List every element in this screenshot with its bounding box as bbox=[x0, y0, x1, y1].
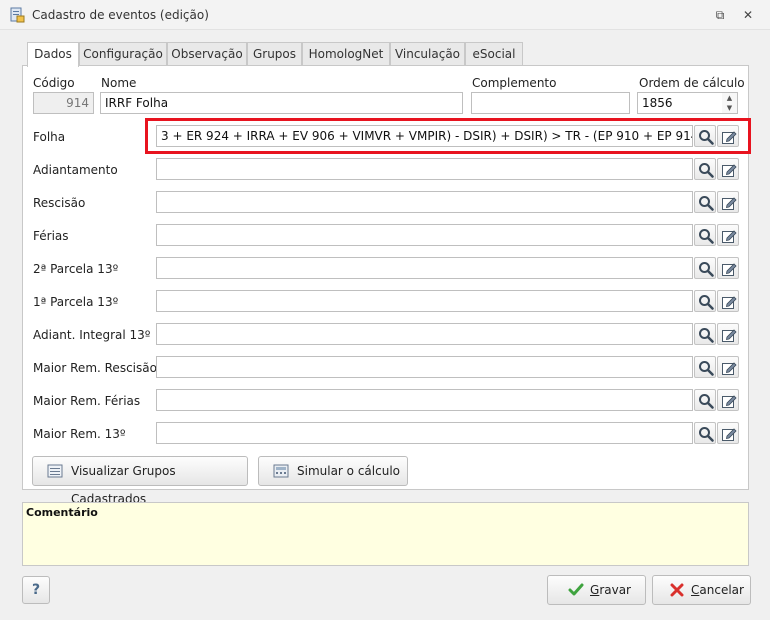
formula-input-2-parcela-13[interactable] bbox=[156, 257, 693, 279]
formula-label-1-parcela-13: 1ª Parcela 13º bbox=[33, 295, 119, 309]
edit-icon[interactable] bbox=[717, 356, 739, 378]
app-icon bbox=[10, 7, 25, 23]
ordem-calculo-input[interactable]: 1856 bbox=[637, 92, 723, 114]
codigo-field: 914 bbox=[33, 92, 94, 114]
comentario-title: Comentário bbox=[26, 506, 98, 519]
comentario-area[interactable]: Comentário bbox=[22, 502, 749, 566]
simular-calculo-label: Simular o cálculo bbox=[297, 464, 401, 478]
formula-input-rescisao[interactable] bbox=[156, 191, 693, 213]
search-icon[interactable] bbox=[694, 290, 716, 312]
formula-label-adiantamento: Adiantamento bbox=[33, 163, 118, 177]
spin-up-icon[interactable]: ▲ bbox=[722, 93, 737, 103]
search-icon[interactable] bbox=[694, 389, 716, 411]
formula-input-ferias[interactable] bbox=[156, 224, 693, 246]
formula-label-adiant-integral-13: Adiant. Integral 13º bbox=[33, 328, 151, 342]
visualizar-grupos-label: Visualizar Grupos Cadastrados bbox=[71, 464, 176, 506]
formula-input-adiantamento[interactable] bbox=[156, 158, 693, 180]
tab-configuracao[interactable]: Configuração bbox=[79, 42, 167, 66]
help-button[interactable]: ? bbox=[22, 576, 50, 604]
edit-icon[interactable] bbox=[717, 422, 739, 444]
search-icon[interactable] bbox=[694, 191, 716, 213]
cancelar-label: Cancelar bbox=[691, 583, 744, 597]
search-icon[interactable] bbox=[694, 257, 716, 279]
complemento-label: Complemento bbox=[472, 76, 557, 90]
complemento-input[interactable] bbox=[471, 92, 630, 114]
tab-observacao[interactable]: Observação bbox=[167, 42, 247, 66]
title-bar: Cadastro de eventos (edição) ⧉ ✕ bbox=[0, 0, 770, 30]
calculator-icon bbox=[273, 464, 289, 478]
formula-label-2-parcela-13: 2ª Parcela 13º bbox=[33, 262, 119, 276]
ordem-calculo-spinner[interactable]: ▲ ▼ bbox=[722, 92, 738, 114]
window-title: Cadastro de eventos (edição) bbox=[32, 8, 209, 22]
edit-icon[interactable] bbox=[717, 224, 739, 246]
tab-vinculacao[interactable]: Vinculação bbox=[390, 42, 465, 66]
ordem-calculo-label: Ordem de cálculo bbox=[639, 76, 745, 90]
gravar-button[interactable]: Gravar bbox=[547, 575, 646, 605]
search-icon[interactable] bbox=[694, 158, 716, 180]
formula-input-maior-rem-ferias[interactable] bbox=[156, 389, 693, 411]
list-icon bbox=[47, 464, 63, 478]
edit-icon[interactable] bbox=[717, 257, 739, 279]
visualizar-grupos-button[interactable]: Visualizar Grupos Cadastrados bbox=[32, 456, 248, 506]
edit-icon[interactable] bbox=[717, 125, 739, 147]
spin-down-icon[interactable]: ▼ bbox=[722, 103, 737, 113]
search-icon[interactable] bbox=[694, 125, 716, 147]
cancelar-button[interactable]: Cancelar bbox=[652, 575, 751, 605]
tab-dados[interactable]: Dados bbox=[27, 42, 79, 67]
gravar-label: Gravar bbox=[590, 583, 631, 597]
formula-input-maior-rem-rescisao[interactable] bbox=[156, 356, 693, 378]
formula-input-folha[interactable]: 3 + ER 924 + IRRA + EV 906 + VIMVR + VMP… bbox=[156, 125, 693, 147]
restore-icon[interactable]: ⧉ bbox=[710, 6, 730, 24]
formula-label-ferias: Férias bbox=[33, 229, 69, 243]
tab-homolognet[interactable]: HomologNet bbox=[302, 42, 390, 66]
close-icon[interactable]: ✕ bbox=[738, 6, 758, 24]
formula-label-maior-rem-13: Maior Rem. 13º bbox=[33, 427, 126, 441]
check-icon bbox=[568, 583, 584, 596]
edit-icon[interactable] bbox=[717, 389, 739, 411]
nome-input[interactable]: IRRF Folha bbox=[100, 92, 463, 114]
codigo-label: Código bbox=[33, 76, 75, 90]
search-icon[interactable] bbox=[694, 323, 716, 345]
edit-icon[interactable] bbox=[717, 323, 739, 345]
formula-label-maior-rem-rescisao: Maior Rem. Rescisão bbox=[33, 361, 157, 375]
edit-icon[interactable] bbox=[717, 158, 739, 180]
tab-grupos[interactable]: Grupos bbox=[247, 42, 302, 66]
formula-label-folha: Folha bbox=[33, 130, 66, 144]
tab-esocial[interactable]: eSocial bbox=[465, 42, 523, 66]
search-icon[interactable] bbox=[694, 422, 716, 444]
formula-label-rescisao: Rescisão bbox=[33, 196, 86, 210]
edit-icon[interactable] bbox=[717, 191, 739, 213]
edit-icon[interactable] bbox=[717, 290, 739, 312]
nome-label: Nome bbox=[101, 76, 137, 90]
formula-input-1-parcela-13[interactable] bbox=[156, 290, 693, 312]
formula-input-maior-rem-13[interactable] bbox=[156, 422, 693, 444]
formula-input-adiant-integral-13[interactable] bbox=[156, 323, 693, 345]
search-icon[interactable] bbox=[694, 356, 716, 378]
simular-calculo-button[interactable]: Simular o cálculo bbox=[258, 456, 408, 486]
formula-label-maior-rem-ferias: Maior Rem. Férias bbox=[33, 394, 141, 408]
cancel-x-icon bbox=[670, 583, 684, 597]
search-icon[interactable] bbox=[694, 224, 716, 246]
